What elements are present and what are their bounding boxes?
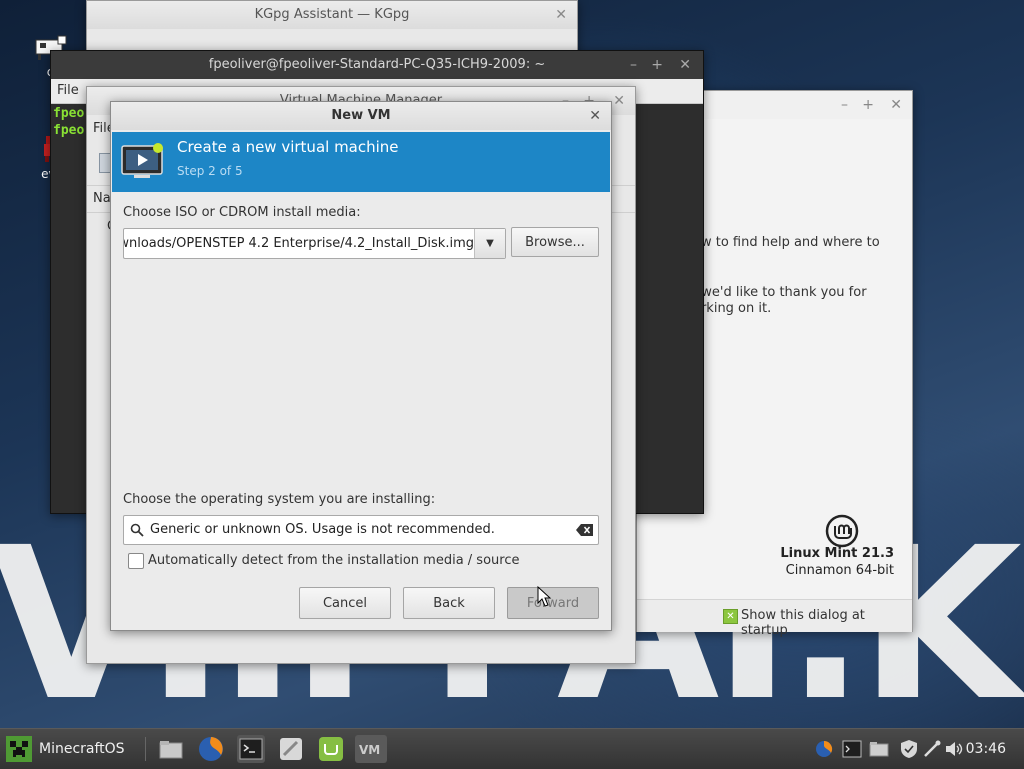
terminal-line: fpeo	[53, 106, 85, 121]
shield-icon[interactable]	[899, 739, 919, 759]
menu-button[interactable]	[6, 736, 32, 762]
close-icon[interactable]: ✕	[890, 91, 902, 119]
welcome-text-2: , we'd like to thank you for	[693, 285, 867, 300]
cancel-button[interactable]: Cancel	[299, 587, 391, 619]
close-icon[interactable]: ✕	[613, 87, 625, 115]
autodetect-label[interactable]: Automatically detect from the installati…	[148, 553, 519, 568]
firefox-icon[interactable]	[814, 739, 834, 759]
taskbar-divider	[145, 737, 146, 761]
maximize-icon[interactable]: +	[651, 51, 663, 79]
chevron-down-icon[interactable]: ▼	[474, 229, 505, 258]
terminal-icon[interactable]	[842, 739, 862, 759]
clear-icon[interactable]	[576, 523, 594, 537]
new-vm-titlebar[interactable]: New VM ✕	[111, 102, 611, 130]
minimize-icon[interactable]: –	[841, 91, 848, 119]
autodetect-checkbox[interactable]	[128, 553, 144, 569]
wizard-banner: Create a new virtual machine Step 2 of 5	[112, 132, 610, 192]
terminal-line: fpeo	[53, 123, 85, 138]
kgpg-titlebar[interactable]: KGpg Assistant — KGpg ✕	[87, 1, 577, 29]
close-icon[interactable]: ✕	[679, 51, 691, 79]
linux-mint-logo-icon	[825, 514, 859, 548]
new-vm-dialog: New VM ✕ Create a new virtual machine St…	[110, 101, 612, 631]
media-path[interactable]: ownloads/OPENSTEP 4.2 Enterprise/4.2_Ins…	[124, 229, 474, 258]
close-icon[interactable]: ✕	[555, 1, 567, 29]
terminal-titlebar[interactable]: fpeoliver@fpeoliver-Standard-PC-Q35-ICH9…	[51, 51, 703, 79]
os-search-value: Generic or unknown OS. Usage is not reco…	[150, 522, 495, 537]
startup-bar: ✕ Show this dialog at startup	[637, 599, 912, 638]
os-label: Choose the operating system you are inst…	[123, 492, 436, 507]
vmm-icon[interactable]: VM	[355, 735, 387, 763]
startup-label: Show this dialog at startup	[741, 608, 865, 638]
clock[interactable]: 03:46	[966, 729, 1006, 769]
maximize-icon[interactable]: +	[862, 91, 874, 119]
media-label: Choose ISO or CDROM install media:	[123, 205, 361, 220]
mouse-cursor-icon	[537, 586, 552, 607]
terminal-title: fpeoliver@fpeoliver-Standard-PC-Q35-ICH9…	[208, 57, 546, 72]
monitor-play-icon	[121, 143, 163, 178]
back-button[interactable]: Back	[403, 587, 495, 619]
product-edition: Cinnamon 64-bit	[785, 563, 894, 578]
search-icon	[130, 523, 144, 537]
media-combobox[interactable]: ownloads/OPENSTEP 4.2 Enterprise/4.2_Ins…	[123, 228, 506, 259]
welcome-text-1: ow to find help and where to	[693, 235, 880, 250]
svg-text:VM: VM	[359, 743, 380, 757]
network-icon[interactable]	[922, 739, 942, 759]
new-vm-title: New VM	[331, 108, 391, 123]
folder-icon[interactable]	[869, 739, 889, 759]
creeper-icon	[6, 736, 32, 762]
volume-icon[interactable]	[944, 739, 964, 759]
welcome-text-3: orking on it.	[693, 301, 772, 316]
browse-button[interactable]: Browse...	[511, 227, 599, 257]
mint-icon[interactable]	[317, 735, 345, 763]
minimize-icon[interactable]: –	[630, 51, 637, 79]
product-name: Linux Mint 21.3	[780, 546, 894, 561]
firefox-icon[interactable]	[197, 735, 225, 763]
close-icon[interactable]: ✕	[589, 102, 601, 130]
forward-button[interactable]: Forward	[507, 587, 599, 619]
wizard-title: Create a new virtual machine	[177, 138, 399, 156]
startup-checkbox[interactable]: ✕	[723, 609, 738, 624]
os-search-input[interactable]: Generic or unknown OS. Usage is not reco…	[123, 515, 599, 545]
kgpg-title: KGpg Assistant — KGpg	[254, 7, 410, 22]
wizard-step: Step 2 of 5	[177, 164, 243, 178]
taskbar: MinecraftOS VM 03:46	[0, 728, 1024, 769]
terminal-menu-file[interactable]: File	[57, 83, 79, 98]
terminal-icon[interactable]	[237, 735, 265, 763]
app-icon[interactable]	[277, 735, 305, 763]
menu-label[interactable]: MinecraftOS	[39, 729, 125, 769]
files-icon[interactable]	[157, 735, 185, 763]
